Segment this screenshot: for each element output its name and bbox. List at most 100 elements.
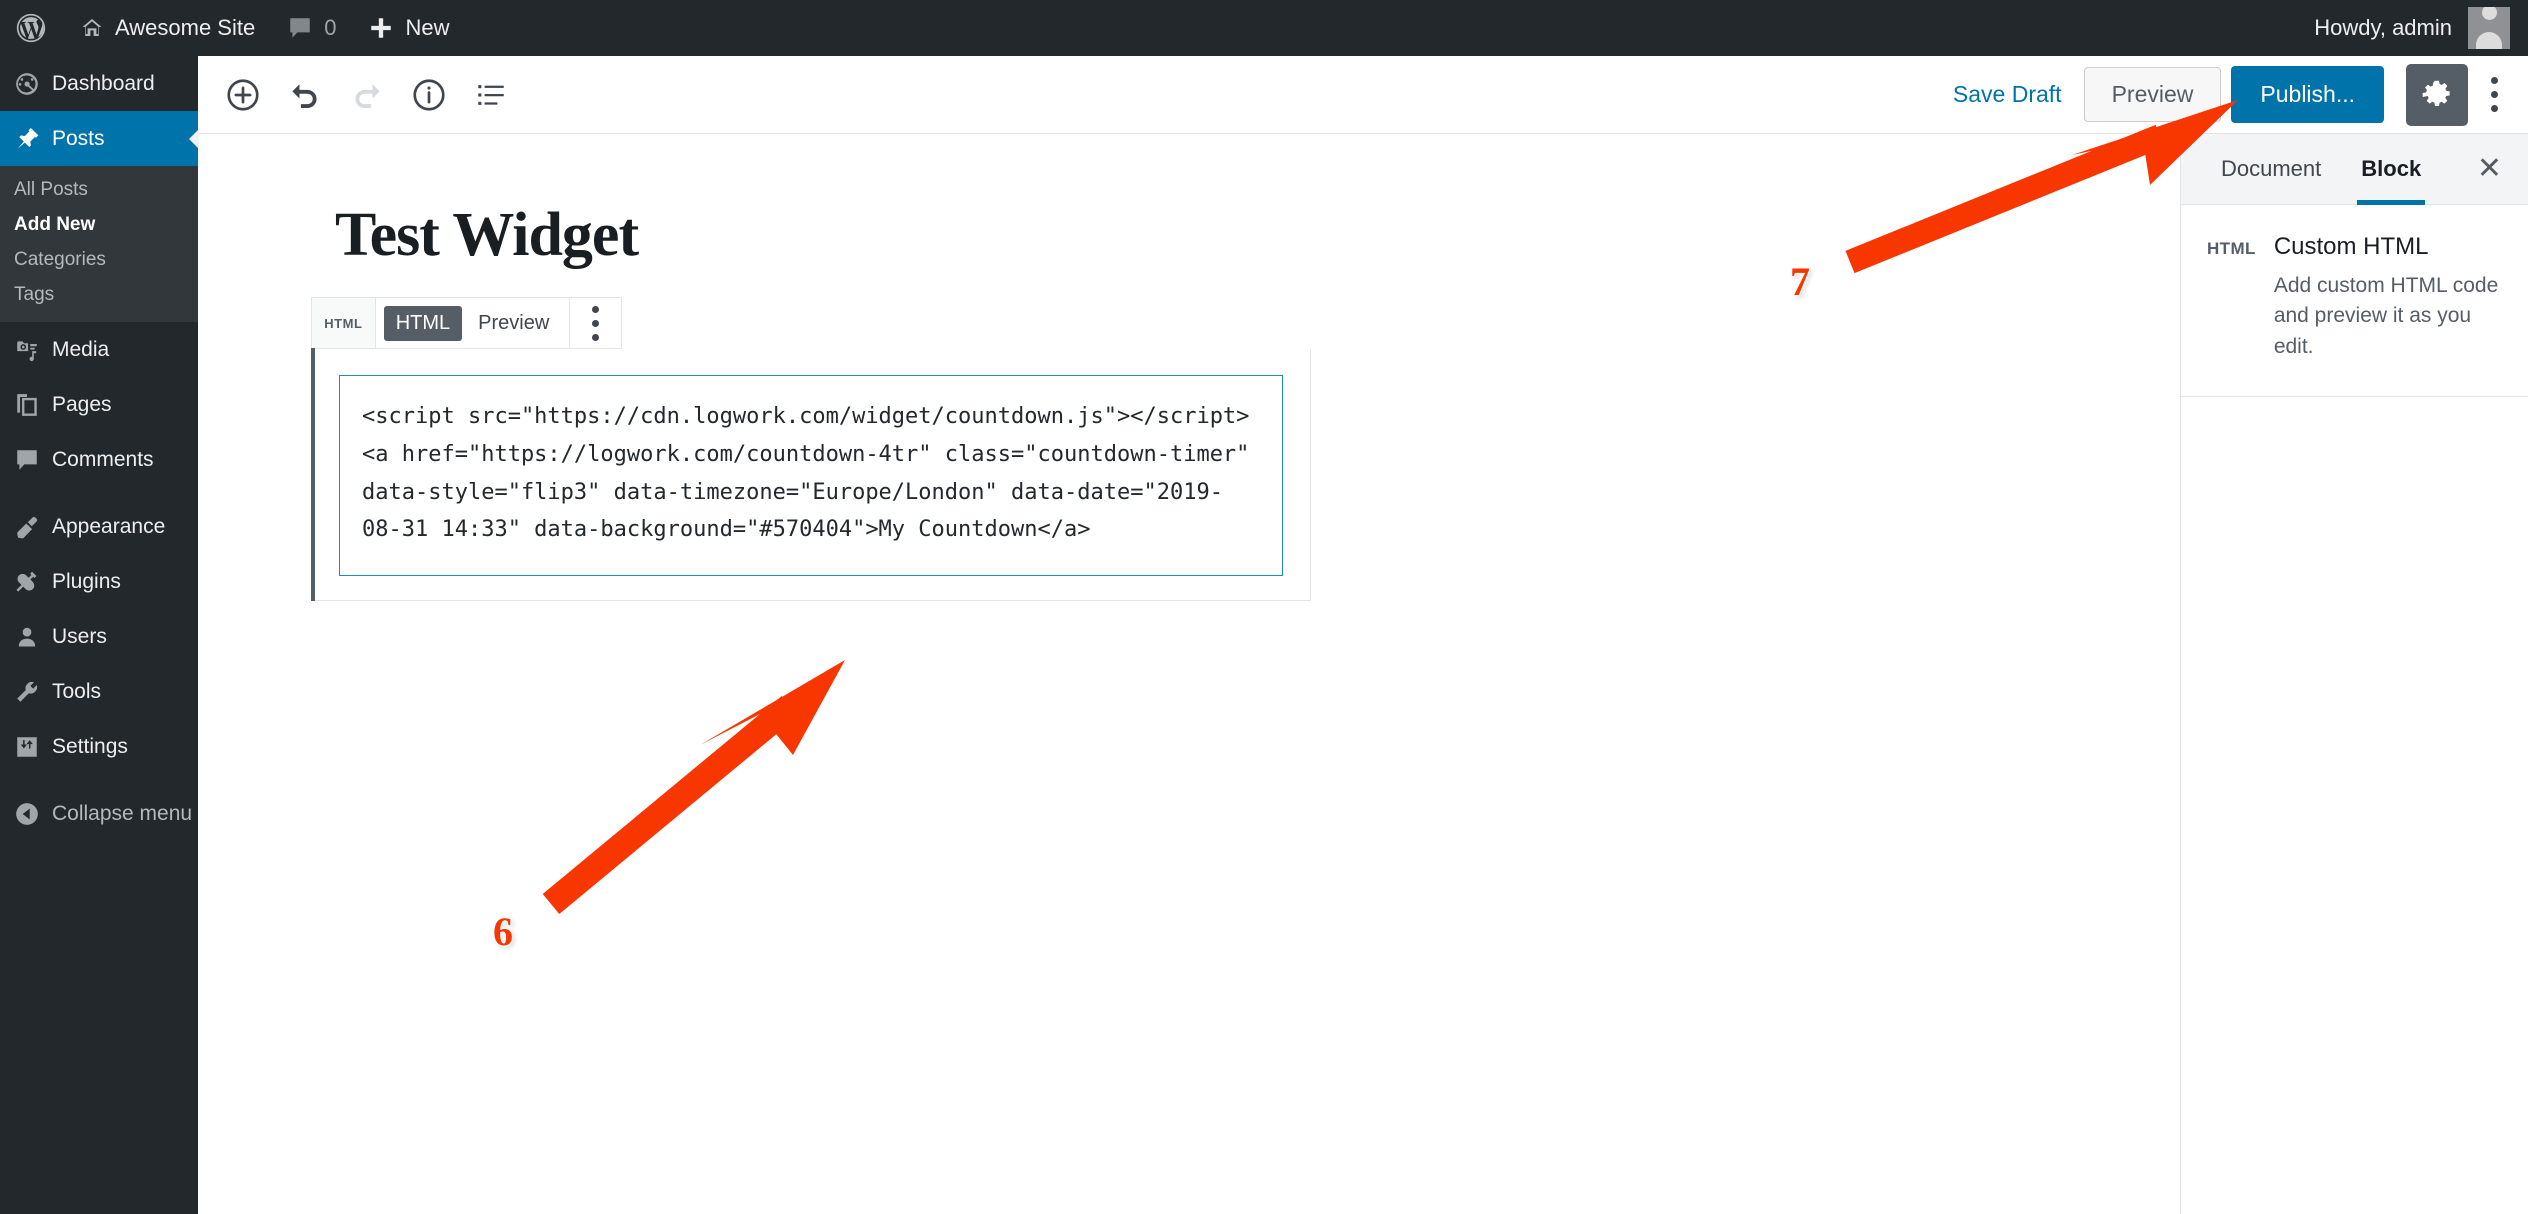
post-title[interactable]: Test Widget	[335, 200, 639, 271]
sliders-icon	[14, 734, 52, 760]
more-tools-options-button[interactable]	[2468, 64, 2520, 126]
comments-menu[interactable]: 0	[271, 0, 352, 56]
sidebar-item-label: Dashboard	[52, 71, 155, 95]
new-content-menu[interactable]: New	[352, 0, 465, 56]
block-toolbar: HTML HTML Preview	[311, 297, 622, 349]
sidebar-item-label: Users	[52, 624, 107, 648]
sidebar-item-posts[interactable]: Posts	[0, 111, 199, 166]
wp-logo-menu[interactable]	[0, 0, 64, 56]
editor-header-toolbar: Save Draft Preview Publish...	[198, 56, 2528, 134]
sidebar-item-label: Collapse menu	[52, 801, 193, 825]
vertical-ellipsis-icon	[2490, 77, 2498, 112]
block-description: Add custom HTML code and preview it as y…	[2273, 274, 2499, 358]
block-more-options-button[interactable]	[570, 298, 621, 348]
block-mode-tabs: HTML Preview	[376, 298, 571, 348]
sidebar-item-label: Settings	[52, 734, 128, 758]
block-body: <script src="https://cdn.logwork.com/wid…	[311, 347, 1311, 602]
sidebar-item-label: Tools	[52, 679, 102, 703]
sidebar-item-media[interactable]: Media	[0, 322, 198, 377]
add-block-button[interactable]	[212, 64, 274, 126]
sidebar-item-categories[interactable]: Categories	[0, 242, 198, 277]
tab-block[interactable]: Block	[2341, 134, 2441, 205]
block-info-text: Custom HTML Add custom HTML code and pre…	[2274, 233, 2502, 362]
posts-submenu: All Posts Add New Categories Tags	[0, 166, 198, 322]
block-title: Custom HTML	[2273, 233, 2429, 260]
block-info-card: HTML Custom HTML Add custom HTML code an…	[2181, 205, 2528, 398]
comment-bubble-icon	[14, 447, 52, 473]
block-type-icon[interactable]: HTML	[312, 298, 376, 348]
tab-document[interactable]: Document	[2201, 134, 2341, 205]
wordpress-logo-icon	[14, 11, 48, 45]
submenu-label: All Posts	[14, 178, 88, 200]
plus-icon	[368, 15, 394, 41]
pin-icon	[14, 126, 52, 152]
settings-tabs: Document Block ✕	[2181, 134, 2528, 205]
comments-count: 0	[324, 15, 337, 40]
sidebar-item-label: Posts	[52, 126, 105, 150]
pages-icon	[14, 392, 52, 418]
vertical-ellipsis-icon	[592, 305, 600, 341]
submenu-label: Add New	[14, 213, 96, 235]
sidebar-item-all-posts[interactable]: All Posts	[0, 172, 198, 207]
settings-toggle-button[interactable]	[2406, 63, 2468, 126]
redo-button[interactable]	[336, 64, 398, 126]
tab-preview[interactable]: Preview	[466, 306, 561, 341]
sidebar-item-tools[interactable]: Tools	[0, 664, 198, 719]
sidebar-item-appearance[interactable]: Appearance	[0, 499, 198, 554]
save-draft-button[interactable]: Save Draft	[1931, 81, 2084, 108]
avatar	[2468, 7, 2510, 49]
sidebar-item-settings[interactable]: Settings	[0, 719, 198, 774]
custom-html-code-textarea[interactable]: <script src="https://cdn.logwork.com/wid…	[339, 375, 1283, 577]
dashboard-gauge-icon	[14, 71, 52, 97]
list-view-icon	[474, 78, 508, 112]
collapse-arrow-left-icon	[14, 801, 52, 827]
redo-arrow-icon	[348, 76, 386, 114]
sidebar-item-label: Pages	[52, 392, 112, 416]
sidebar-item-label: Appearance	[52, 514, 166, 538]
plug-icon	[14, 569, 52, 595]
menu-separator-2	[0, 774, 198, 786]
howdy-label: Howdy, admin	[2314, 15, 2452, 40]
plus-circle-icon	[224, 76, 262, 114]
sidebar-item-add-new[interactable]: Add New	[0, 207, 198, 242]
media-camera-note-icon	[14, 337, 52, 363]
close-x-icon: ✕	[2476, 152, 2502, 185]
home-icon	[80, 16, 104, 40]
submenu-label: Tags	[14, 283, 55, 305]
sidebar-item-pages[interactable]: Pages	[0, 377, 198, 432]
content-info-button[interactable]	[398, 64, 460, 126]
close-settings-button[interactable]: ✕	[2461, 134, 2518, 204]
paintbrush-icon	[14, 514, 52, 540]
sidebar-item-tags[interactable]: Tags	[0, 277, 198, 312]
sidebar-item-label: Comments	[52, 447, 154, 471]
new-label: New	[405, 15, 450, 40]
account-menu[interactable]: Howdy, admin	[2314, 7, 2528, 49]
custom-html-block: HTML HTML Preview <script src="https://c…	[311, 297, 1311, 602]
editor-canvas: Test Widget HTML HTML Preview <script sr…	[198, 134, 2180, 1214]
sidebar-item-collapse-menu[interactable]: Collapse menu	[0, 786, 198, 841]
site-name-label: Awesome Site	[115, 15, 256, 40]
undo-button[interactable]	[274, 64, 336, 126]
wrench-icon	[14, 679, 52, 705]
site-name-menu[interactable]: Awesome Site	[64, 0, 271, 56]
gear-icon	[2420, 78, 2454, 112]
submenu-label: Categories	[14, 248, 106, 270]
undo-arrow-icon	[286, 76, 324, 114]
html-block-icon: HTML	[2207, 239, 2256, 258]
sidebar-item-label: Media	[52, 337, 110, 361]
block-navigation-button[interactable]	[460, 64, 522, 126]
menu-separator	[0, 487, 198, 499]
sidebar-item-dashboard[interactable]: Dashboard	[0, 56, 198, 111]
sidebar-item-label: Plugins	[52, 569, 121, 593]
preview-button[interactable]: Preview	[2083, 67, 2222, 122]
sidebar-item-comments[interactable]: Comments	[0, 432, 198, 487]
comment-bubble-icon	[287, 15, 313, 41]
sidebar-item-users[interactable]: Users	[0, 609, 198, 664]
admin-sidebar-menu: Dashboard Posts All Posts Add New Catego…	[0, 56, 199, 1214]
publish-button[interactable]: Publish...	[2231, 66, 2384, 123]
editor-settings-sidebar: Document Block ✕ HTML Custom HTML Add cu…	[2180, 134, 2528, 1214]
admin-bar: Awesome Site 0 New Howdy, admin	[0, 0, 2528, 56]
tab-html[interactable]: HTML	[383, 305, 463, 341]
sidebar-item-plugins[interactable]: Plugins	[0, 554, 198, 609]
user-icon	[14, 624, 52, 650]
